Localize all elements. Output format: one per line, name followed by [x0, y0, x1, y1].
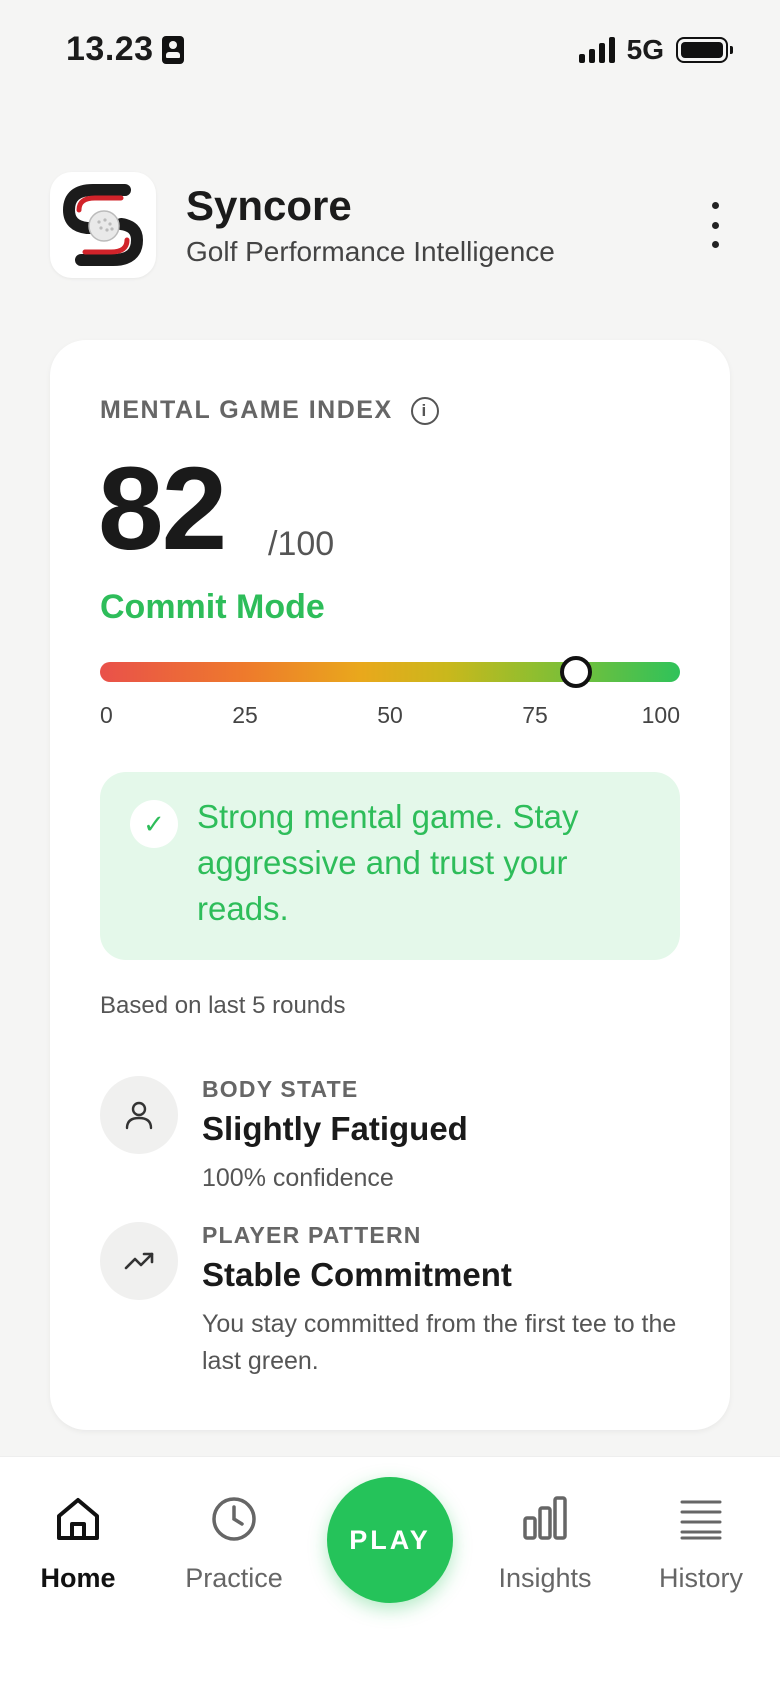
player-pattern-label: PLAYER PATTERN	[202, 1222, 422, 1248]
status-indicators: 5G	[578, 34, 733, 66]
trend-up-icon	[100, 1222, 178, 1300]
battery-icon	[676, 37, 733, 63]
tab-home-label: Home	[40, 1563, 116, 1593]
more-options-icon[interactable]	[700, 202, 730, 248]
tab-practice[interactable]: Practice	[164, 1491, 304, 1594]
tab-history[interactable]: History	[631, 1491, 771, 1594]
app-header: Syncore Golf Performance Intelligence	[50, 172, 730, 280]
card-title: MENTAL GAME INDEX i	[100, 396, 439, 425]
body-state-confidence: 100% confidence	[202, 1164, 394, 1192]
body-state-label: BODY STATE	[202, 1076, 359, 1102]
player-pattern-description: You stay committed from the first tee to…	[202, 1310, 677, 1375]
home-icon	[8, 1491, 148, 1547]
network-type: 5G	[626, 34, 664, 65]
app-tagline: Golf Performance Intelligence	[186, 236, 555, 267]
tick-label: 50	[377, 702, 403, 728]
id-card-icon	[161, 35, 184, 64]
tick-label: 100	[641, 702, 680, 728]
score-value: 82	[98, 443, 227, 575]
bar-chart-icon	[475, 1491, 615, 1547]
tab-history-label: History	[658, 1563, 743, 1593]
card-title-text: MENTAL GAME INDEX	[100, 396, 393, 424]
tick-label: 25	[232, 702, 258, 728]
tab-insights[interactable]: Insights	[475, 1491, 615, 1594]
tab-practice-label: Practice	[185, 1563, 283, 1593]
play-button[interactable]: PLAY	[327, 1477, 453, 1603]
advice-box: ✓ Strong mental game. Stay aggressive an…	[100, 772, 680, 960]
gauge-thumb	[559, 656, 592, 688]
bottom-tab-bar: Home Practice PLAY Insights History	[0, 1456, 780, 1688]
time-text: 13.23	[66, 30, 154, 68]
tab-home[interactable]: Home	[8, 1491, 148, 1594]
check-icon: ✓	[130, 800, 178, 848]
mental-game-card: MENTAL GAME INDEX i 82 /100 Commit Mode …	[50, 340, 730, 1430]
person-icon	[100, 1076, 178, 1154]
mode-label: Commit Mode	[100, 588, 325, 626]
score-max: /100	[268, 525, 335, 563]
clock-icon	[164, 1491, 304, 1547]
score-gauge	[100, 656, 680, 688]
status-bar: 13.23 5G	[0, 0, 780, 100]
app-logo	[50, 172, 156, 278]
tab-insights-label: Insights	[498, 1563, 592, 1593]
player-pattern-value: Stable Commitment	[202, 1256, 512, 1293]
body-state-value: Slightly Fatigued	[202, 1110, 468, 1147]
based-on-text: Based on last 5 rounds	[100, 992, 346, 1019]
signal-icon	[578, 37, 615, 63]
body-state-row: BODY STATE Slightly Fatigued 100% confid…	[100, 1076, 680, 1196]
player-pattern-row: PLAYER PATTERN Stable Commitment You sta…	[100, 1222, 680, 1382]
advice-text: Strong mental game. Stay aggressive and …	[197, 798, 579, 927]
gauge-ticks: 0 25 50 75 100	[100, 702, 680, 732]
syncore-logo-icon	[63, 184, 143, 266]
status-time: 13.23	[66, 30, 184, 69]
tick-label: 75	[522, 702, 548, 728]
history-list-icon	[631, 1491, 771, 1547]
app-name: Syncore	[186, 182, 352, 229]
tick-label: 0	[100, 702, 113, 728]
info-icon[interactable]: i	[410, 396, 439, 425]
